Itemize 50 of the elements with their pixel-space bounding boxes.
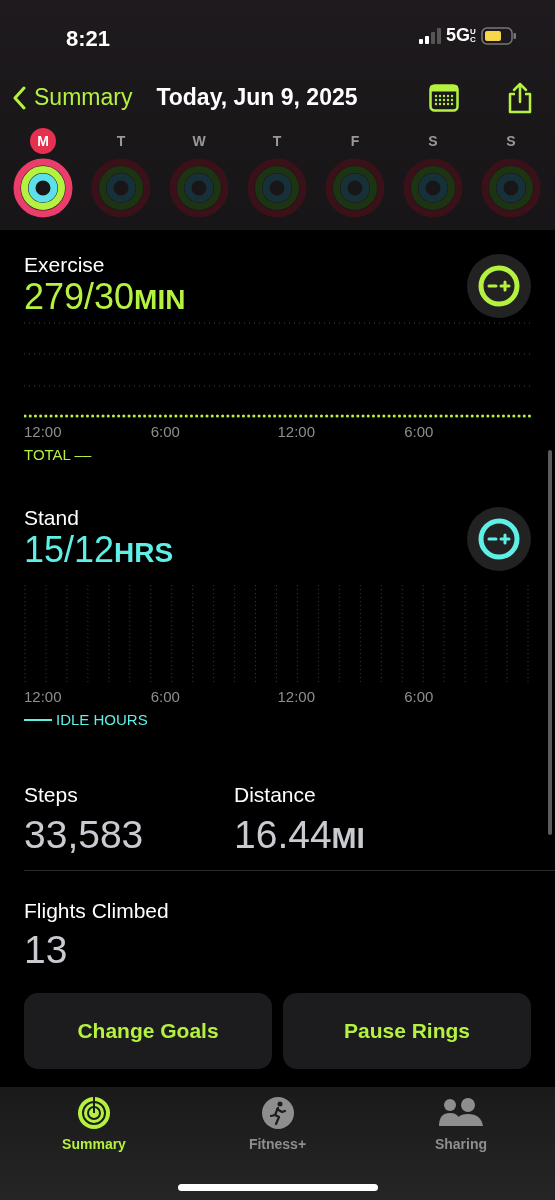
home-indicator[interactable]	[177, 1184, 378, 1191]
calendar-icon[interactable]	[429, 83, 459, 112]
scroll-bar[interactable]	[548, 450, 552, 835]
back-button[interactable]: Summary	[12, 80, 133, 115]
axis-label: 12:00	[277, 423, 316, 440]
stat-value: 33,583	[24, 814, 145, 854]
minus-plus-ring-icon	[477, 516, 521, 561]
day-letter[interactable]: M	[30, 128, 56, 154]
axis-label: 12:00	[24, 423, 62, 440]
day-letter[interactable]: T	[264, 128, 290, 154]
stat-label: Steps	[24, 782, 79, 808]
battery-icon	[481, 26, 517, 45]
day-letter[interactable]: T	[108, 128, 134, 154]
stat-value: 16.44MI	[234, 814, 365, 854]
status-time: 8:21	[66, 25, 111, 53]
summary-rings-icon	[77, 1096, 111, 1130]
axis-label: 6:00	[150, 423, 180, 440]
day-letter[interactable]: F	[342, 128, 368, 154]
stat-value: 13	[24, 930, 69, 969]
runner-icon	[260, 1096, 295, 1130]
axis-label: 6:00	[404, 687, 434, 705]
metric-value: 15/12HRS	[24, 531, 174, 568]
day-letter[interactable]: W	[186, 128, 212, 154]
tab-item[interactable]: Fitness+	[207, 1095, 348, 1156]
goal-button[interactable]: Change Goals	[24, 993, 272, 1069]
day-letter[interactable]: S	[420, 128, 446, 154]
network-label: 5G	[446, 24, 470, 47]
day-letter[interactable]: S	[498, 128, 524, 154]
stat-label: Flights Climbed	[24, 897, 169, 924]
tab-item[interactable]: Summary	[24, 1095, 164, 1156]
goal-button[interactable]: Pause Rings	[283, 993, 531, 1069]
activity-rings-icon[interactable]	[13, 158, 73, 218]
metric-title: Stand	[24, 506, 80, 528]
axis-label: 6:00	[150, 687, 180, 705]
stat-label: Distance	[234, 782, 317, 808]
back-chevron-icon	[12, 85, 26, 110]
legend-label: IDLE HOURS	[56, 709, 148, 730]
metric-value: 279/30MIN	[24, 279, 186, 315]
share-icon[interactable]	[507, 81, 533, 114]
tab-item[interactable]: Sharing	[391, 1095, 531, 1156]
axis-label: 6:00	[404, 423, 434, 440]
date-title: Today, Jun 9, 2025	[156, 83, 358, 113]
legend-label: TOTAL ––	[24, 445, 92, 465]
axis-label: 12:00	[277, 687, 316, 705]
minus-plus-ring-icon	[477, 264, 521, 308]
network-suffix: UC	[470, 27, 477, 44]
axis-label: 12:00	[24, 687, 62, 705]
signal-icon	[418, 27, 442, 44]
metric-title: Exercise	[24, 254, 106, 275]
legend-line	[24, 719, 52, 721]
